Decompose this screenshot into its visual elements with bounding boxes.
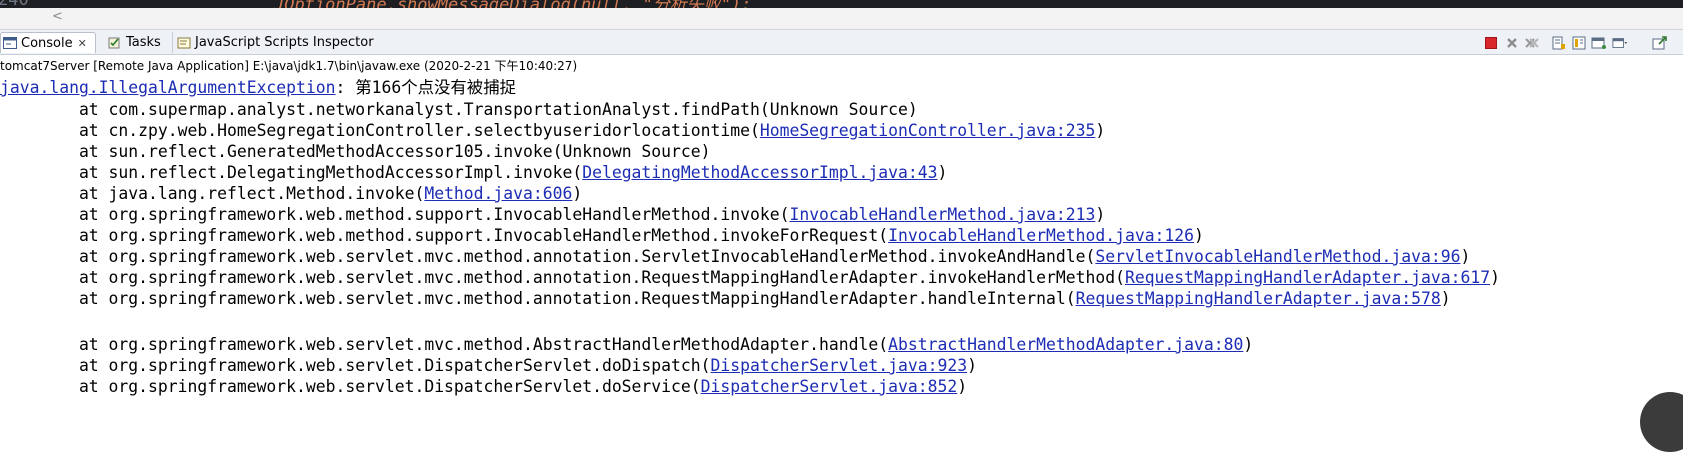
tasks-icon	[108, 37, 120, 48]
scroll-left-icon[interactable]: <	[52, 9, 63, 24]
stack-frame-line: at org.springframework.web.servlet.Dispa…	[0, 377, 967, 397]
console-output[interactable]: java.lang.IllegalArgumentException: 第166…	[0, 74, 1683, 413]
source-link[interactable]: DispatcherServlet.java:923	[711, 356, 968, 375]
frame-method: at cn.zpy.web.HomeSegregationController.…	[0, 121, 760, 140]
frame-method: at org.springframework.web.servlet.mvc.m…	[0, 335, 889, 354]
frame-tail: )	[1440, 289, 1451, 308]
source-link[interactable]: InvocableHandlerMethod.java:126	[888, 226, 1194, 245]
frame-method: at org.springframework.web.method.suppor…	[0, 226, 889, 245]
tab-tasks-label: Tasks	[126, 35, 161, 50]
stack-frame-line: at sun.reflect.GeneratedMethodAccessor10…	[0, 142, 711, 162]
source-link[interactable]: DispatcherServlet.java:852	[701, 377, 958, 396]
stack-frame-line: at com.supermap.analyst.networkanalyst.T…	[0, 100, 918, 120]
frame-tail: )	[967, 356, 977, 375]
frame-method: at org.springframework.web.servlet.mvc.m…	[0, 247, 1096, 266]
close-icon[interactable]: ✕	[78, 37, 87, 50]
frame-tail: )	[1460, 247, 1471, 266]
process-label: tomcat7Server [Remote Java Application] …	[0, 59, 578, 73]
view-tabs-bar: Console ✕ Tasks JavaScript Scripts Inspe…	[0, 30, 1683, 55]
source-link[interactable]: AbstractHandlerMethodAdapter.java:80	[888, 335, 1243, 354]
exception-class-link[interactable]: java.lang.IllegalArgumentException	[0, 78, 336, 97]
tab-tasks[interactable]: Tasks	[108, 32, 161, 53]
stack-frame-line: at sun.reflect.DelegatingMethodAccessorI…	[0, 163, 947, 183]
frame-method: at org.springframework.web.servlet.Dispa…	[0, 356, 711, 375]
frame-method: at org.springframework.web.servlet.mvc.m…	[0, 289, 1076, 308]
source-link[interactable]: Method.java:606	[424, 184, 572, 203]
frame-tail: )	[1490, 268, 1500, 287]
tab-jsi-label: JavaScript Scripts Inspector	[195, 35, 374, 50]
remove-launch-icon[interactable]	[1504, 35, 1520, 51]
stack-frame-line: at org.springframework.web.servlet.mvc.m…	[0, 335, 1253, 355]
stack-frame-line: at org.springframework.web.servlet.mvc.m…	[0, 289, 1451, 309]
frame-method: at org.springframework.web.servlet.Dispa…	[0, 377, 701, 396]
frame-tail: )	[957, 377, 968, 396]
scroll-lock-icon[interactable]	[1571, 35, 1587, 51]
editor-strip: 240 JOptionPane.showMessageDialog(null, …	[0, 0, 1683, 8]
frame-method: at java.lang.reflect.Method.invoke(	[0, 184, 425, 203]
source-link[interactable]: RequestMappingHandlerAdapter.java:617	[1125, 268, 1490, 287]
frame-method: at sun.reflect.DelegatingMethodAccessorI…	[0, 163, 583, 182]
frame-tail: )	[1095, 205, 1106, 224]
stack-frame-line: at org.springframework.web.servlet.Dispa…	[0, 356, 977, 376]
pin-console-icon[interactable]	[1591, 35, 1607, 51]
console-icon	[3, 37, 17, 49]
stack-frame-line: at java.lang.reflect.Method.invoke(Metho…	[0, 184, 582, 204]
clear-console-icon[interactable]	[1551, 35, 1567, 51]
frame-method: at com.supermap.analyst.networkanalyst.T…	[0, 100, 770, 119]
source-link[interactable]: ServletInvocableHandlerMethod.java:96	[1095, 247, 1460, 266]
frame-tail: Unknown Source)	[562, 142, 711, 161]
source-link[interactable]: DelegatingMethodAccessorImpl.java:43	[582, 163, 937, 182]
tab-console[interactable]: Console ✕	[0, 32, 96, 53]
stack-frame-line: at org.springframework.web.method.suppor…	[0, 226, 1204, 246]
horizontal-scrollbar[interactable]: <	[0, 8, 1683, 30]
tab-console-label: Console	[21, 35, 73, 51]
source-link[interactable]: RequestMappingHandlerAdapter.java:578	[1076, 289, 1441, 308]
open-console-icon[interactable]	[1652, 35, 1668, 51]
stack-frame-line: at org.springframework.web.servlet.mvc.m…	[0, 247, 1470, 267]
frame-method: at sun.reflect.GeneratedMethodAccessor10…	[0, 142, 563, 161]
source-link[interactable]: InvocableHandlerMethod.java:213	[789, 205, 1095, 224]
source-link[interactable]: HomeSegregationController.java:235	[760, 121, 1096, 140]
frame-tail: )	[1243, 335, 1254, 354]
tab-javascript-scripts-inspector[interactable]: JavaScript Scripts Inspector	[172, 32, 374, 53]
frame-tail: )	[572, 184, 583, 203]
editor-line-number: 240	[0, 0, 29, 8]
display-console-icon[interactable]	[1612, 35, 1628, 51]
frame-tail: )	[1194, 226, 1204, 245]
frame-tail: )	[1095, 121, 1106, 140]
exception-message: : 第166个点没有被捕捉	[335, 78, 516, 97]
stack-frame-line: at org.springframework.web.servlet.mvc.m…	[0, 268, 1500, 288]
frame-tail: )	[937, 163, 948, 182]
exception-line: java.lang.IllegalArgumentException: 第166…	[0, 78, 516, 98]
stack-frame-line: at org.springframework.web.method.suppor…	[0, 205, 1105, 225]
js-inspector-icon	[177, 37, 191, 48]
frame-method: at org.springframework.web.servlet.mvc.m…	[0, 268, 1125, 287]
frame-tail: Unknown Source)	[769, 100, 918, 119]
stack-frame-line: at cn.zpy.web.HomeSegregationController.…	[0, 121, 1105, 141]
remove-all-icon[interactable]	[1524, 35, 1540, 51]
frame-method: at org.springframework.web.method.suppor…	[0, 205, 790, 224]
terminate-icon[interactable]	[1483, 35, 1499, 51]
editor-code-line[interactable]: JOptionPane.showMessageDialog(null, "分析失…	[274, 0, 751, 8]
